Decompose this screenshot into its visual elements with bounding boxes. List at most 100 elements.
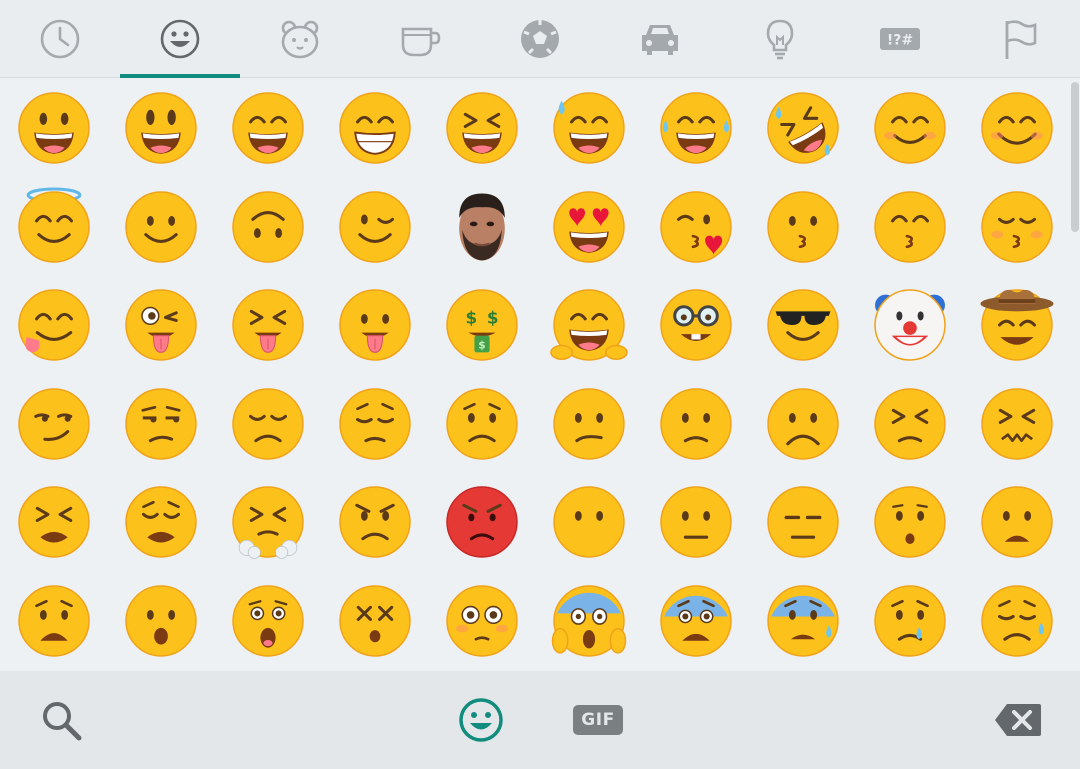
face-with-tongue-icon: [338, 289, 411, 361]
scrollbar[interactable]: [1071, 82, 1079, 232]
emoji-smiling-face-heart-eyes[interactable]: [535, 178, 642, 277]
emoji-winking-face-tongue[interactable]: [107, 276, 214, 375]
emoji-cowboy-hat-face[interactable]: [963, 276, 1070, 375]
emoji-unamused-face[interactable]: [107, 375, 214, 474]
hushed-face-icon: [873, 486, 946, 558]
emoji-fearful-face[interactable]: [642, 572, 749, 671]
emoji-kissing-face[interactable]: [749, 178, 856, 277]
emoji-winking-face[interactable]: [321, 178, 428, 277]
emoji-confounded-face[interactable]: [963, 375, 1070, 474]
emoji-expressionless-face[interactable]: [749, 473, 856, 572]
emoji-angry-face[interactable]: [321, 473, 428, 572]
grinning-face-icon: [17, 92, 90, 164]
emoji-persevering-face[interactable]: [856, 375, 963, 474]
emoji-smiling-face[interactable]: [856, 79, 963, 178]
emoji-pouting-face[interactable]: [428, 473, 535, 572]
tab-flags[interactable]: [960, 0, 1080, 78]
emoji-clown-face[interactable]: [856, 276, 963, 375]
emoji-face-tears-of-joy[interactable]: [642, 79, 749, 178]
emoji-crying-face[interactable]: [856, 572, 963, 671]
emoji-anguished-face[interactable]: [0, 572, 107, 671]
emoji-grinning-face-big-eyes[interactable]: [107, 79, 214, 178]
emoji-worried-face[interactable]: [428, 375, 535, 474]
tab-travel[interactable]: [600, 0, 720, 78]
emoji-upside-down-face[interactable]: [214, 178, 321, 277]
backspace-icon: [995, 704, 1041, 736]
clown-face-icon: [873, 289, 946, 361]
beaming-face-icon: [338, 92, 411, 164]
emoji-frowning-face[interactable]: [749, 375, 856, 474]
emoji-hugging-face[interactable]: [535, 276, 642, 375]
nerd-face-icon: [659, 289, 732, 361]
emoji-tired-face[interactable]: [0, 473, 107, 572]
bear-icon: [281, 20, 319, 59]
grinning-face-sweat-icon: [552, 92, 625, 164]
emoji-face-savoring-food[interactable]: [0, 276, 107, 375]
upside-down-face-icon: [231, 191, 304, 263]
emoji-money-mouth-face[interactable]: $ $ $: [428, 276, 535, 375]
clock-icon: [40, 19, 80, 59]
search-button[interactable]: [36, 695, 86, 745]
tab-smileys[interactable]: [120, 0, 240, 78]
emoji-grinning-face[interactable]: [0, 79, 107, 178]
emoji-smiling-face-smiling-eyes[interactable]: [963, 79, 1070, 178]
emoji-hushed-face[interactable]: [856, 473, 963, 572]
emoji-rolling-on-floor-laughing[interactable]: [749, 79, 856, 178]
backspace-button[interactable]: [990, 695, 1046, 745]
emoji-sad-but-relieved-face[interactable]: [963, 572, 1070, 671]
tab-food[interactable]: [360, 0, 480, 78]
emoji-face-steam-from-nose[interactable]: [214, 473, 321, 572]
gif-button[interactable]: GIF: [572, 695, 624, 745]
persevering-face-icon: [873, 388, 946, 460]
tab-animals[interactable]: [240, 0, 360, 78]
emoji-mode-button[interactable]: [456, 695, 506, 745]
dizzy-face-icon: [338, 585, 411, 657]
emoji-astonished-face[interactable]: [214, 572, 321, 671]
emoji-anxious-face-sweat[interactable]: [749, 572, 856, 671]
astonished-face-icon: [231, 585, 304, 657]
frowning-face-open-mouth-icon: [980, 486, 1053, 558]
emoji-disappointed-face[interactable]: [214, 375, 321, 474]
emoji-smirking-face[interactable]: [0, 375, 107, 474]
emoji-squinting-face-tongue[interactable]: [214, 276, 321, 375]
tab-symbols[interactable]: !?#: [840, 0, 960, 78]
emoji-grinning-face-smiling-eyes[interactable]: [214, 79, 321, 178]
emoji-face-blowing-kiss[interactable]: [642, 178, 749, 277]
emoji-kissing-face-closed-eyes[interactable]: [963, 178, 1070, 277]
tab-objects[interactable]: [720, 0, 840, 78]
bottom-bar: GIF: [0, 671, 1080, 769]
svg-text:!?#: !?#: [887, 33, 913, 49]
emoji-slightly-frowning-face[interactable]: [642, 375, 749, 474]
emoji-confused-face[interactable]: [535, 375, 642, 474]
emoji-face-without-mouth[interactable]: [535, 473, 642, 572]
emoji-nerd-face[interactable]: [642, 276, 749, 375]
emoji-neutral-face[interactable]: [642, 473, 749, 572]
emoji-frowning-face-open-mouth[interactable]: [963, 473, 1070, 572]
pensive-face-icon: [338, 388, 411, 460]
emoji-custom-photo-sticker[interactable]: [428, 178, 535, 277]
emoji-grinning-face-sweat[interactable]: [535, 79, 642, 178]
emoji-dizzy-face[interactable]: [321, 572, 428, 671]
emoji-weary-face[interactable]: [107, 473, 214, 572]
emoji-smiling-face-sunglasses[interactable]: [749, 276, 856, 375]
svg-text:$: $: [478, 339, 485, 352]
tab-activities[interactable]: [480, 0, 600, 78]
face-steam-from-nose-icon: [231, 486, 304, 560]
lightbulb-icon: [766, 19, 794, 60]
face-screaming-in-fear-icon: [551, 585, 626, 657]
emoji-flushed-face[interactable]: [428, 572, 535, 671]
winking-face-tongue-icon: [124, 289, 197, 361]
smiley-icon: [459, 698, 503, 742]
emoji-grinning-squinting-face[interactable]: [428, 79, 535, 178]
emoji-kissing-face-smiling-eyes[interactable]: [856, 178, 963, 277]
emoji-slightly-smiling-face[interactable]: [107, 178, 214, 277]
crying-face-icon: [873, 585, 946, 657]
emoji-beaming-face[interactable]: [321, 79, 428, 178]
emoji-smiling-face-halo[interactable]: [0, 178, 107, 277]
squinting-face-tongue-icon: [231, 289, 304, 361]
emoji-face-with-tongue[interactable]: [321, 276, 428, 375]
emoji-face-screaming-in-fear[interactable]: [535, 572, 642, 671]
emoji-pensive-face[interactable]: [321, 375, 428, 474]
emoji-face-open-mouth[interactable]: [107, 572, 214, 671]
tab-recent[interactable]: [0, 0, 120, 78]
